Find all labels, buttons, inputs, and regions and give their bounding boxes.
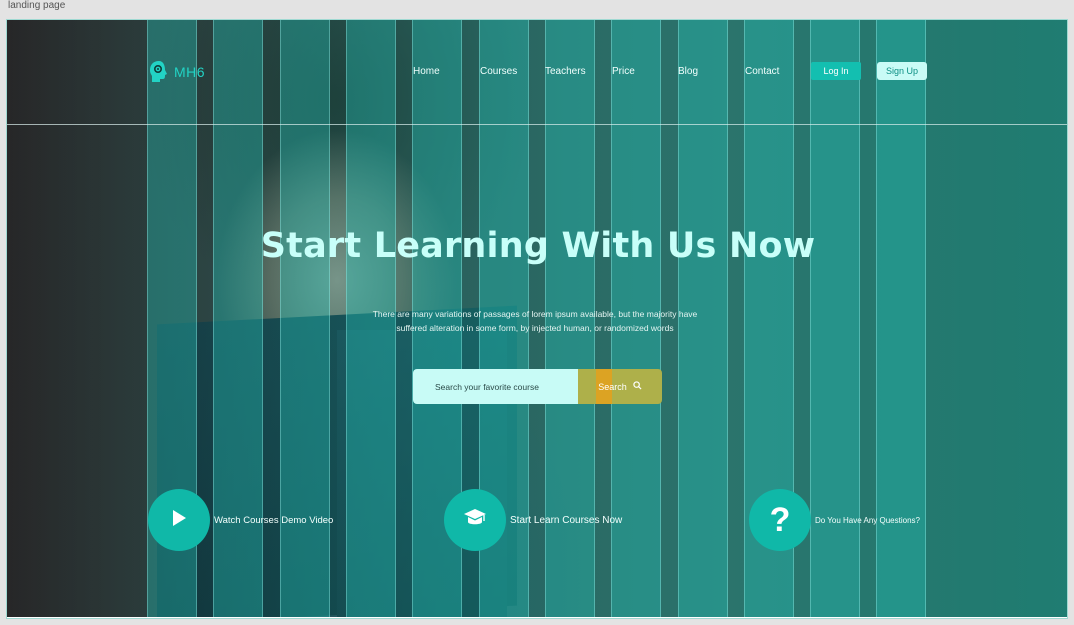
nav-home[interactable]: Home xyxy=(413,66,440,77)
graduation-cap-icon xyxy=(463,507,487,533)
question-mark-icon: ? xyxy=(769,501,791,539)
search-button[interactable]: Search xyxy=(578,369,662,404)
feature-start-learning[interactable]: Start Learn Courses Now xyxy=(444,489,622,551)
nav-price[interactable]: Price xyxy=(612,66,635,77)
search-input[interactable] xyxy=(413,369,578,404)
feature-icon-circle xyxy=(148,489,210,551)
landing-page-frame: MH6 Home Courses Teachers Price Blog Con… xyxy=(6,19,1068,619)
nav-courses[interactable]: Courses xyxy=(480,66,517,77)
signup-button[interactable]: Sign Up xyxy=(877,62,927,80)
nav-teachers[interactable]: Teachers xyxy=(545,66,586,77)
tab-label: landing page xyxy=(8,0,66,11)
nav-contact[interactable]: Contact xyxy=(745,66,779,77)
search-icon xyxy=(633,381,642,392)
feature-icon-circle xyxy=(444,489,506,551)
login-button[interactable]: Log In xyxy=(811,62,861,80)
search-button-label: Search xyxy=(598,381,627,392)
hero-title: Start Learning With Us Now xyxy=(260,226,816,266)
feature-label: Do You Have Any Questions? xyxy=(815,515,920,525)
logo[interactable]: MH6 xyxy=(148,60,205,84)
feature-label: Start Learn Courses Now xyxy=(510,514,623,526)
hero-subtitle: There are many variations of passages of… xyxy=(372,309,698,333)
nav-blog[interactable]: Blog xyxy=(678,66,698,77)
section-divider xyxy=(7,617,1067,618)
logo-text: MH6 xyxy=(174,64,206,80)
course-search: Search xyxy=(413,369,662,404)
feature-watch-demo[interactable]: Watch Courses Demo Video xyxy=(148,489,333,551)
feature-icon-circle: ? xyxy=(749,489,811,551)
site-header: MH6 Home Courses Teachers Price Blog Con… xyxy=(7,20,1067,125)
head-gear-logo-icon xyxy=(148,60,170,84)
feature-label: Watch Courses Demo Video xyxy=(214,514,334,526)
play-icon xyxy=(170,509,188,531)
feature-questions[interactable]: ? Do You Have Any Questions? xyxy=(749,489,920,551)
